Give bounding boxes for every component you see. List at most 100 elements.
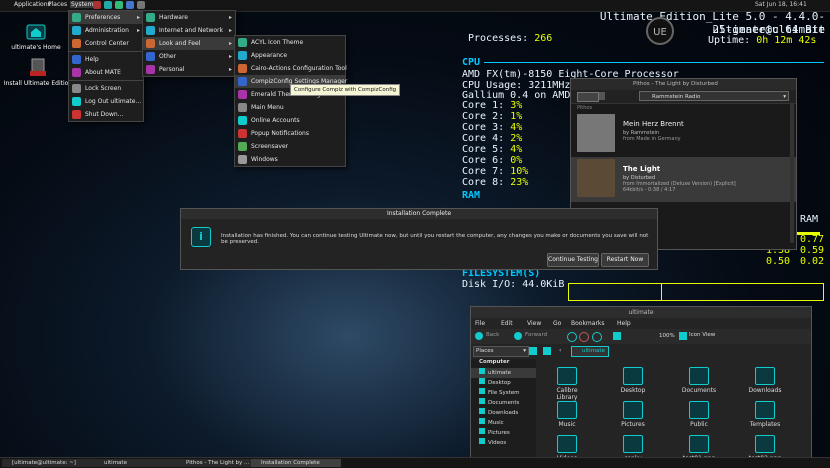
menu-item[interactable]: Personal ▸: [143, 63, 235, 76]
file-item[interactable]: Calibre Library: [547, 367, 587, 401]
task-terminal[interactable]: [ultimate@ultimate: ~]: [2, 459, 96, 467]
folder-icon: [557, 435, 577, 453]
zoom-level[interactable]: 100%: [659, 333, 675, 339]
menu-item[interactable]: About MATE: [69, 66, 143, 79]
core-label: Core 6:: [462, 155, 505, 166]
places-selector[interactable]: Places ▾: [473, 346, 529, 357]
sidebar-heading: Computer: [479, 359, 510, 365]
album-art: [577, 114, 615, 152]
reload-icon[interactable]: [592, 332, 602, 342]
menubar-item[interactable]: View: [527, 320, 541, 327]
menu-item[interactable]: Hardware ▸: [143, 11, 235, 24]
file-manager-window[interactable]: ultimate File Edit View Go Bookmarks Help Bac…: [470, 306, 812, 468]
sidebar-item-label: Music: [488, 420, 504, 426]
continue-testing-button[interactable]: Continue Testing: [547, 253, 599, 267]
menu-item[interactable]: Cairo-Actions Configuration Tool: [235, 62, 347, 75]
menu-item[interactable]: Log Out ultimate...: [69, 95, 143, 108]
ram-heading: RAM: [462, 190, 481, 201]
desktop-icon-home[interactable]: ultimate's Home: [1, 20, 71, 51]
ram-value: 0.02: [800, 256, 825, 267]
desktop-icon-installer[interactable]: Install Ultimate Edition: [3, 56, 73, 87]
toggle-path-icon[interactable]: [543, 347, 551, 355]
menu-item[interactable]: Internet and Network ▸: [143, 24, 235, 37]
menubar-item[interactable]: Go: [553, 320, 561, 327]
restart-now-button[interactable]: Restart Now: [601, 253, 649, 267]
zoom-out-icon[interactable]: [613, 332, 621, 340]
launcher-icon[interactable]: [93, 1, 101, 9]
file-item[interactable]: Public: [679, 401, 719, 428]
sidebar-item[interactable]: Documents: [471, 398, 536, 408]
song-album: from Made in Germany: [623, 136, 681, 142]
launcher-icon[interactable]: [104, 1, 112, 9]
menu-item[interactable]: Windows: [235, 153, 345, 166]
menu-item[interactable]: Screensaver: [235, 140, 345, 153]
chevron-left-icon[interactable]: ‹: [559, 347, 567, 355]
sidebar-item[interactable]: File System: [471, 388, 536, 398]
installation-dialog[interactable]: Installation Complete i Installation has…: [180, 208, 658, 270]
menu-item[interactable]: Look and Feel ▸: [143, 37, 235, 50]
menu-item[interactable]: Control Center: [69, 37, 143, 50]
system-menu[interactable]: System: [70, 1, 95, 8]
menu-item[interactable]: Administration ▸: [69, 24, 143, 37]
file-item[interactable]: Pictures: [613, 401, 653, 428]
menu-item[interactable]: ACYL Icon Theme: [235, 36, 345, 49]
places-menu[interactable]: Places: [48, 1, 67, 8]
sidebar-item[interactable]: Music: [471, 418, 536, 428]
forward-button[interactable]: Forward: [525, 332, 547, 338]
file-item[interactable]: Downloads: [745, 367, 785, 394]
path-button-ultimate[interactable]: ultimate: [571, 346, 609, 357]
menu-item[interactable]: Main Menu: [235, 101, 345, 114]
menu-item[interactable]: Shut Down...: [69, 108, 143, 121]
menu-item[interactable]: Preferences ▸: [69, 11, 143, 24]
menu-item[interactable]: Help: [69, 53, 143, 66]
sidebar-item[interactable]: Videos: [471, 438, 536, 448]
menu-item[interactable]: Other ▸: [143, 50, 235, 63]
menu-item[interactable]: Online Accounts: [235, 114, 345, 127]
forward-icon[interactable]: [514, 332, 522, 340]
file-item[interactable]: Templates: [745, 401, 785, 428]
stop-icon[interactable]: [579, 332, 589, 342]
play-pause-button[interactable]: [577, 92, 599, 102]
menu-item[interactable]: Popup Notifications: [235, 127, 345, 140]
skip-icon[interactable]: [599, 92, 605, 100]
menubar-item[interactable]: File: [475, 320, 485, 327]
file-item[interactable]: Documents: [679, 367, 719, 394]
sidebar-item[interactable]: Pictures: [471, 428, 536, 438]
core-row: Core 8: 23%: [462, 177, 528, 188]
zoom-in-icon[interactable]: [679, 332, 687, 340]
panel-clock[interactable]: Sat Jun 18, 16:41: [755, 1, 807, 8]
menubar-item[interactable]: Help: [617, 320, 631, 327]
file-label: Templates: [749, 421, 781, 428]
uptime-row: Uptime: 0h 12m 42s: [708, 35, 816, 46]
close-pane-icon[interactable]: [529, 347, 537, 355]
sidebar-item[interactable]: ultimate: [471, 368, 536, 378]
station-selector[interactable]: Rammstein Radio ▾: [639, 91, 789, 101]
task-file-manager[interactable]: ultimate: [94, 459, 184, 467]
scrollbar[interactable]: [790, 103, 794, 243]
file-label: Desktop: [620, 387, 646, 394]
folder-icon: [479, 408, 485, 414]
menubar-item[interactable]: Edit: [501, 320, 513, 327]
launcher-icon[interactable]: [137, 1, 145, 9]
menu-item[interactable]: Appearance: [235, 49, 345, 62]
task-pithos[interactable]: Pithos - The Light by ...: [176, 459, 256, 467]
task-installation[interactable]: Installation Complete: [251, 459, 341, 467]
back-button[interactable]: Back: [486, 332, 499, 338]
file-item[interactable]: Desktop: [613, 367, 653, 394]
folder-icon: [755, 435, 775, 453]
menubar-item[interactable]: Bookmarks: [571, 320, 605, 327]
menu-item[interactable]: Lock Screen: [69, 82, 143, 95]
view-mode-select[interactable]: Icon View: [689, 332, 739, 340]
song-item-selected[interactable]: The Light by Disturbed from Immortalized…: [571, 157, 796, 202]
up-icon[interactable]: [567, 332, 577, 342]
places-label: Places: [476, 348, 494, 354]
file-item[interactable]: Music: [547, 401, 587, 428]
launcher-icon[interactable]: [126, 1, 134, 9]
back-icon[interactable]: [475, 332, 483, 340]
applications-menu[interactable]: Applications: [14, 1, 51, 8]
sidebar-item[interactable]: Desktop: [471, 378, 536, 388]
song-item[interactable]: Mein Herz Brennt by Rammstein from Made …: [571, 112, 796, 157]
launcher-icon[interactable]: [115, 1, 123, 9]
core-list: Core 1: 3% Core 2: 1% Core 3: 4% Core 4: 2%…: [462, 100, 528, 188]
sidebar-item[interactable]: Downloads: [471, 408, 536, 418]
